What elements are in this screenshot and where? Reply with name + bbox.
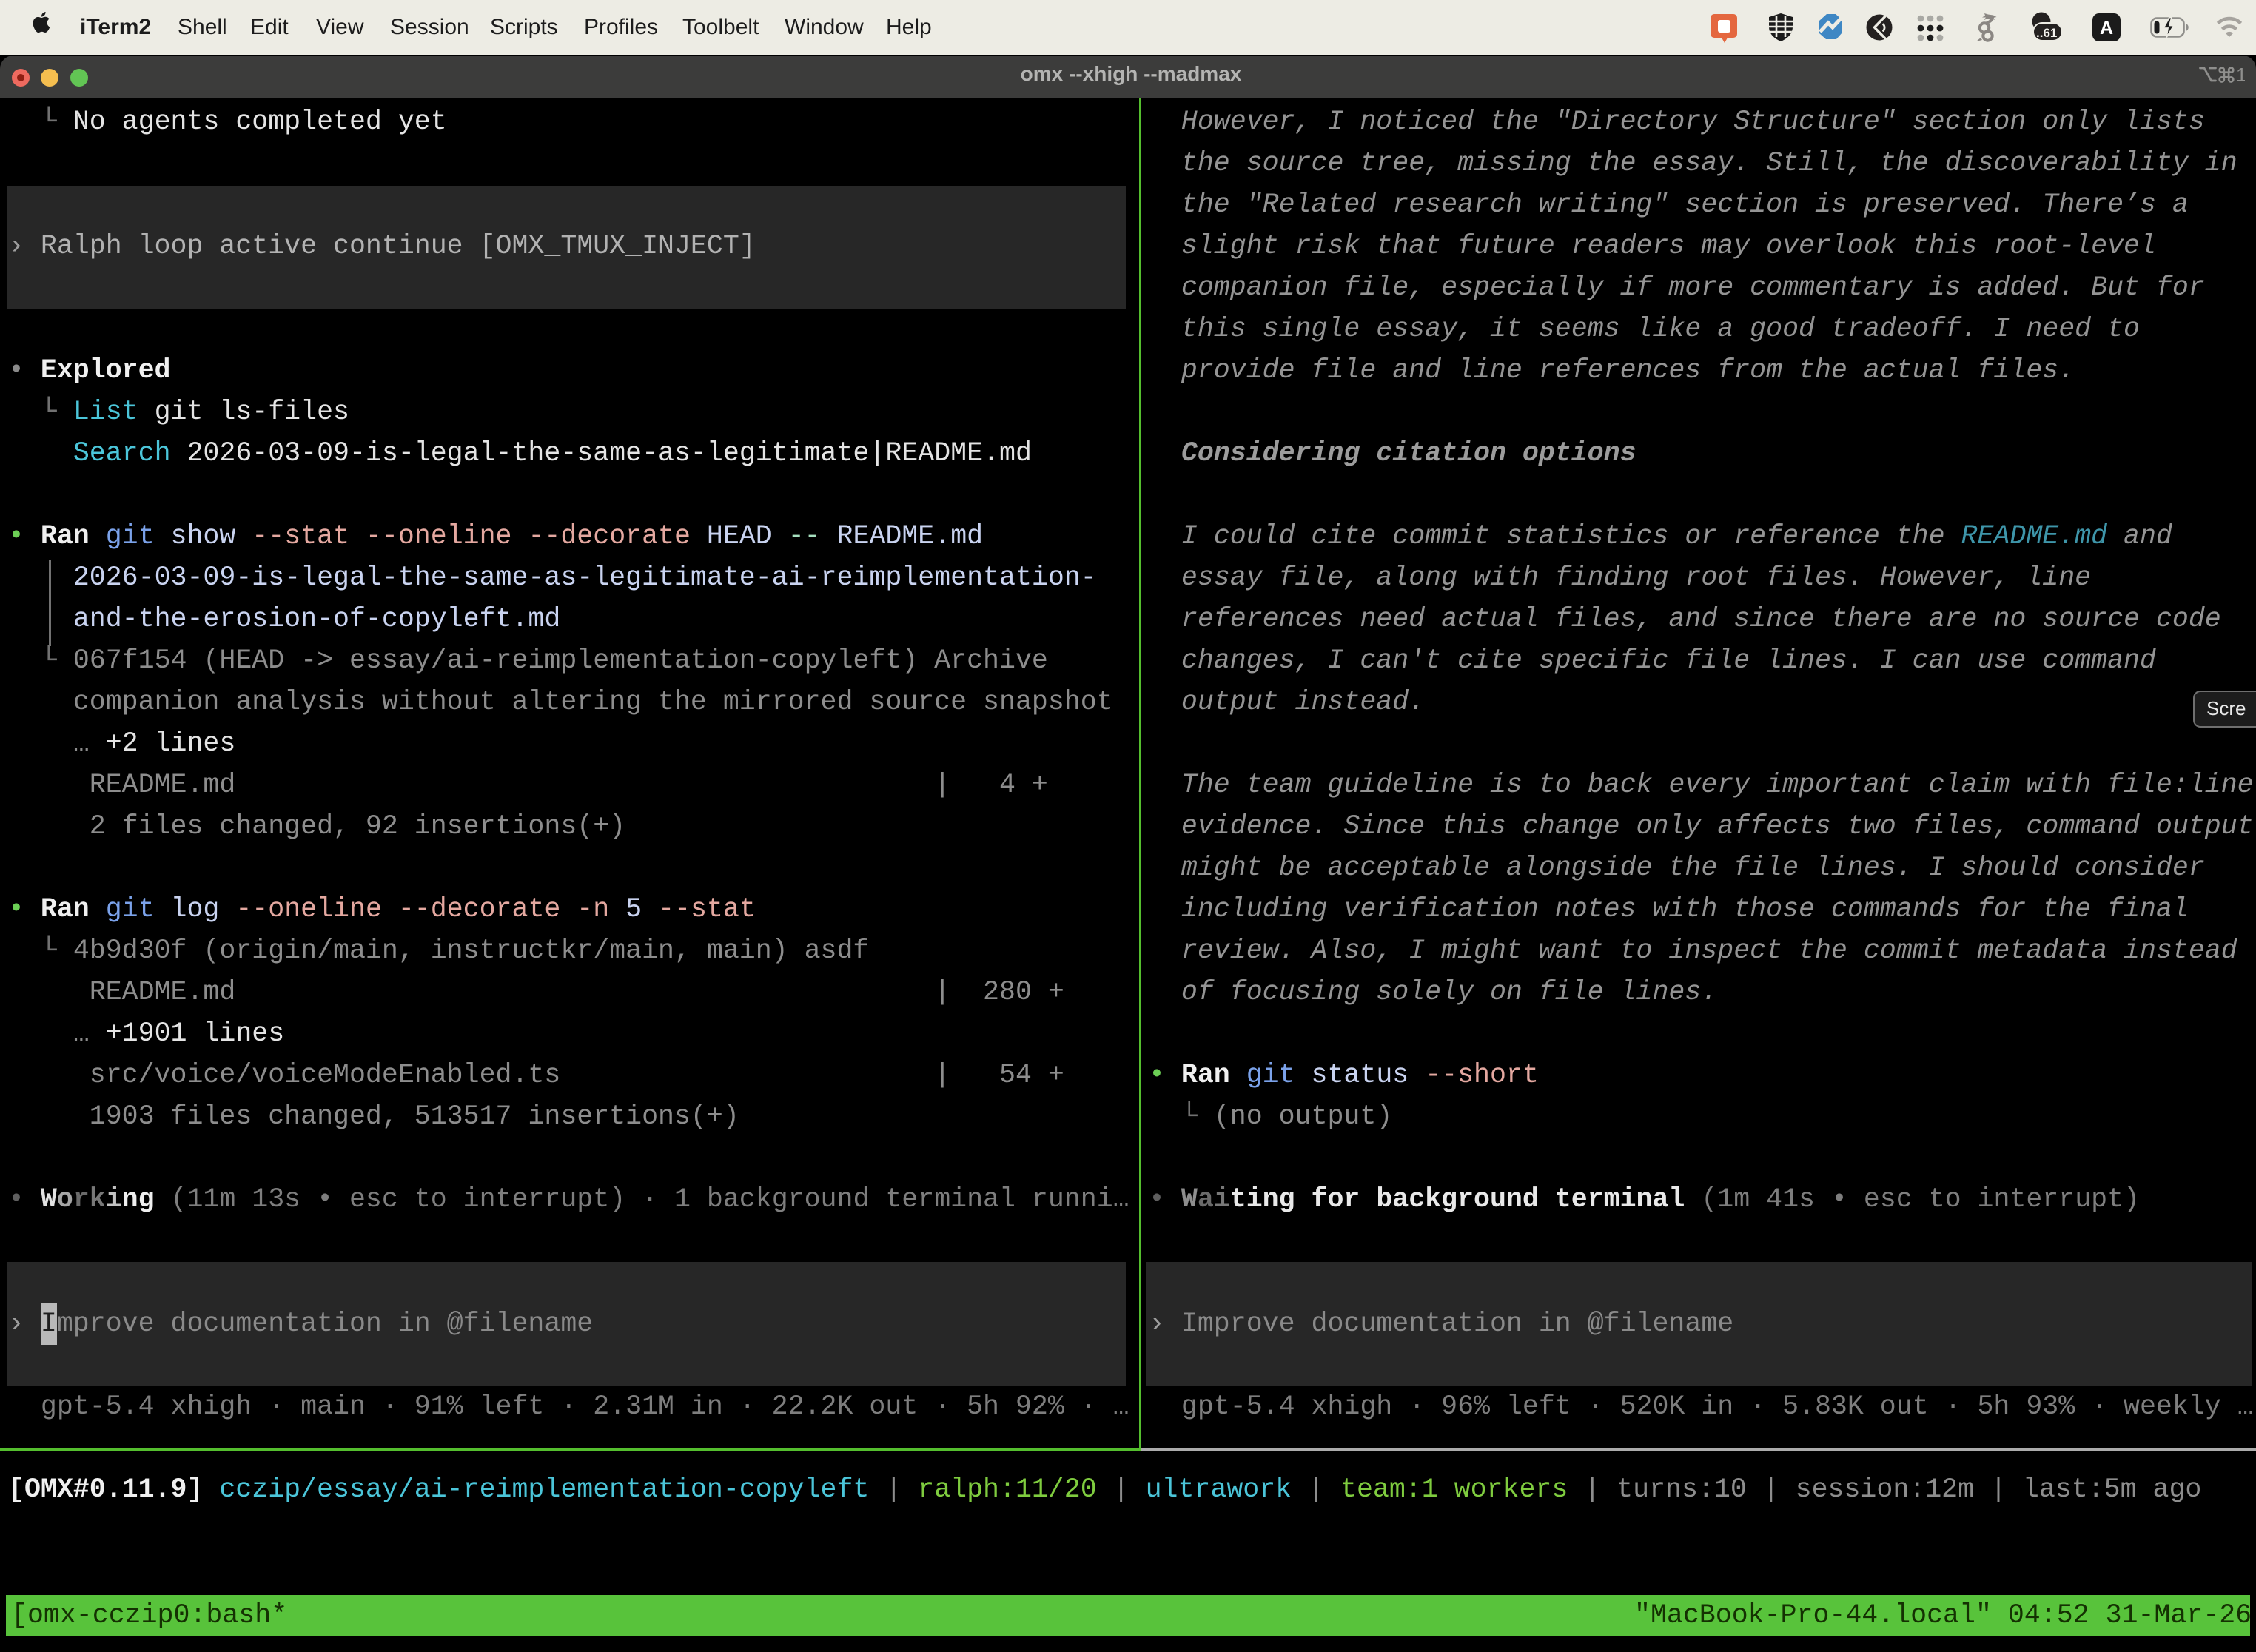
svg-text:A: A (2100, 18, 2113, 38)
svg-text:..61: ..61 (2036, 26, 2057, 40)
svg-text:1: 1 (2236, 66, 2245, 84)
